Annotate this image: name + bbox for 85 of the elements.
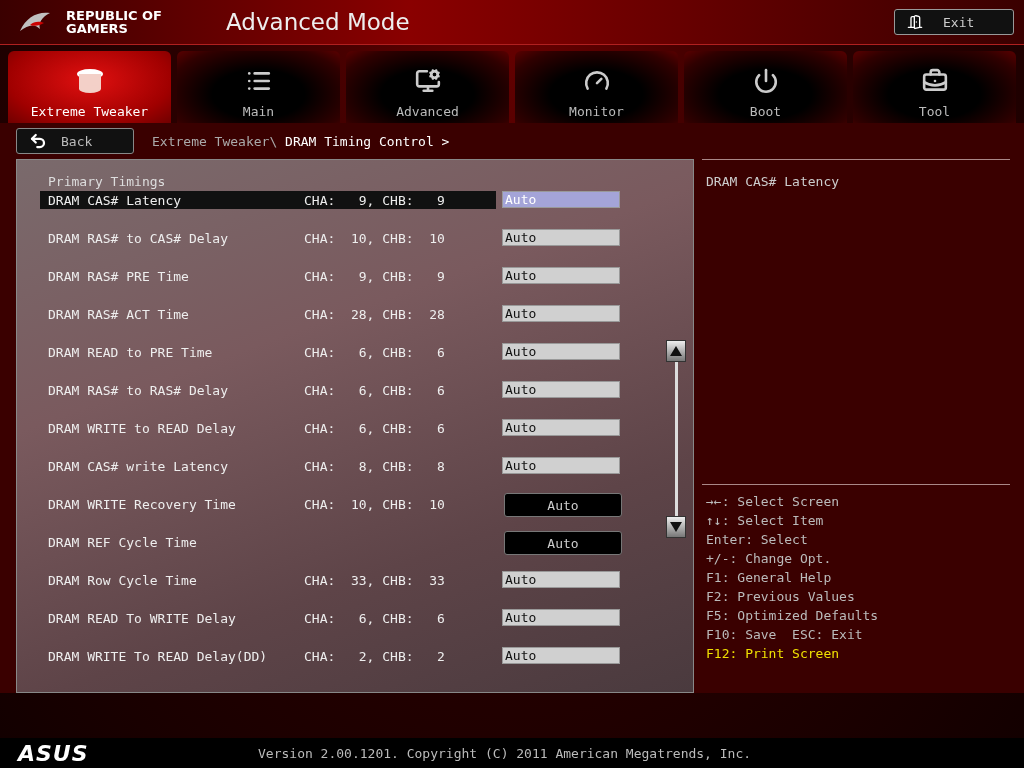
setting-row[interactable]: DRAM RAS# PRE Time CHA: 9, CHB: 9 [40,267,496,285]
monitor-icon [414,68,441,94]
setting-row[interactable]: DRAM RAS# ACT Time CHA: 28, CHB: 28 [40,305,496,323]
setting-label: DRAM CAS# write Latency [48,458,229,474]
setting-label: DRAM RAS# PRE Time [48,268,190,284]
toolbox-icon [921,68,948,94]
nav-tab[interactable]: Advanced [346,51,509,123]
brand-text: REPUBLIC OF GAMERS [66,9,163,35]
down-triangle-icon [670,522,682,532]
channel-values: CHA: 10, CHB: 10 [304,230,445,246]
channel-values: CHA: 9, CHB: 9 [304,268,445,284]
breadcrumb: Extreme Tweaker\ DRAM Timing Control > [152,133,450,149]
window-title: Advanced Mode [226,9,411,35]
value-field[interactable]: Auto [502,343,620,360]
back-arrow-icon [29,132,47,150]
nav-tab[interactable]: Extreme Tweaker [8,51,171,123]
value-dropdown[interactable]: Auto [504,531,622,555]
value-field[interactable]: Auto [502,457,620,474]
scroll-down-button[interactable] [666,516,686,538]
channel-values: CHA: 33, CHB: 33 [304,572,445,588]
setting-row[interactable]: DRAM RAS# to RAS# Delay CHA: 6, CHB: 6 [40,381,496,399]
value-field[interactable]: Auto [502,381,620,398]
key-hint: F12: Print Screen [706,645,841,662]
help-description: DRAM CAS# Latency [705,173,841,191]
channel-values: CHA: 28, CHB: 28 [304,306,445,322]
key-hint: F5: Optimized Defaults [706,607,880,624]
value-field[interactable]: Auto [502,267,620,284]
value-field[interactable]: Auto [502,609,620,626]
setting-label: DRAM WRITE to READ Delay [48,420,237,436]
setting-row[interactable]: DRAM REF Cycle Time [40,533,496,551]
drum-icon [74,68,105,94]
nav-tab[interactable]: Tool [853,51,1016,123]
setting-row[interactable]: DRAM READ To WRITE Delay CHA: 6, CHB: 6 [40,609,496,627]
setting-row[interactable]: DRAM RAS# to CAS# Delay CHA: 10, CHB: 10 [40,229,496,247]
asus-logo: ASUS [18,740,90,766]
nav-tab[interactable]: Boot [684,51,847,123]
power-icon [752,68,779,94]
scroll-up-button[interactable] [666,340,686,362]
setting-row[interactable]: DRAM WRITE to READ Delay CHA: 6, CHB: 6 [40,419,496,437]
version-text: Version 2.00.1201. Copyright (C) 2011 American Megatrends, Inc. [258,745,752,761]
key-hint: F10: Save ESC: Exit [706,626,864,643]
key-hint: F1: General Help [706,569,833,586]
channel-values: CHA: 6, CHB: 6 [304,610,445,626]
channel-values: CHA: 6, CHB: 6 [304,382,445,398]
setting-row[interactable]: DRAM CAS# write Latency CHA: 8, CHB: 8 [40,457,496,475]
key-hint: +/-: Change Opt. [706,550,833,567]
key-hint: →←: Select Screen [706,493,841,510]
setting-row[interactable]: DRAM Row Cycle Time CHA: 33, CHB: 33 [40,571,496,589]
setting-label: DRAM RAS# to CAS# Delay [48,230,229,246]
nav-tab[interactable]: Main [177,51,340,123]
setting-label: DRAM REF Cycle Time [48,534,198,550]
setting-label: DRAM RAS# ACT Time [48,306,190,322]
channel-values: CHA: 9, CHB: 9 [304,192,445,208]
channel-values: CHA: 8, CHB: 8 [304,458,445,474]
channel-values: CHA: 10, CHB: 10 [304,496,445,512]
value-field[interactable]: Auto [502,647,620,664]
key-hint: Enter: Select [706,531,809,548]
exit-button[interactable]: Exit [894,9,1014,35]
setting-label: DRAM WRITE To READ Delay(DD) [48,648,269,664]
setting-label: DRAM Row Cycle Time [48,572,198,588]
setting-label: DRAM RAS# to RAS# Delay [48,382,229,398]
setting-row[interactable]: DRAM CAS# Latency CHA: 9, CHB: 9 [40,191,496,209]
channel-values: CHA: 6, CHB: 6 [304,344,445,360]
value-field[interactable]: Auto [502,229,620,246]
value-field[interactable]: Auto [502,419,620,436]
value-field[interactable]: Auto [502,571,620,588]
setting-label: DRAM READ to PRE Time [48,344,214,360]
setting-label: DRAM CAS# Latency [48,192,183,208]
nav-tab[interactable]: Monitor [515,51,678,123]
key-hint: ↑↓: Select Item [706,512,825,529]
section-title: Primary Timings [47,174,167,191]
setting-label: DRAM WRITE Recovery Time [48,496,237,512]
channel-values: CHA: 2, CHB: 2 [304,648,445,664]
setting-row[interactable]: DRAM WRITE To READ Delay(DD) CHA: 2, CHB: 2 [40,647,496,665]
setting-row[interactable]: DRAM READ to PRE Time CHA: 6, CHB: 6 [40,343,496,361]
up-triangle-icon [670,346,682,356]
setting-row[interactable]: DRAM WRITE Recovery Time CHA: 10, CHB: 10 [40,495,496,513]
door-icon [907,14,923,30]
scroll-track[interactable] [674,362,678,516]
setting-label: DRAM READ To WRITE Delay [48,610,237,626]
back-button[interactable]: Back [16,128,134,154]
value-field[interactable]: Auto [502,305,620,322]
value-dropdown[interactable]: Auto [504,493,622,517]
channel-values: CHA: 6, CHB: 6 [304,420,445,436]
key-hint: F2: Previous Values [706,588,856,605]
